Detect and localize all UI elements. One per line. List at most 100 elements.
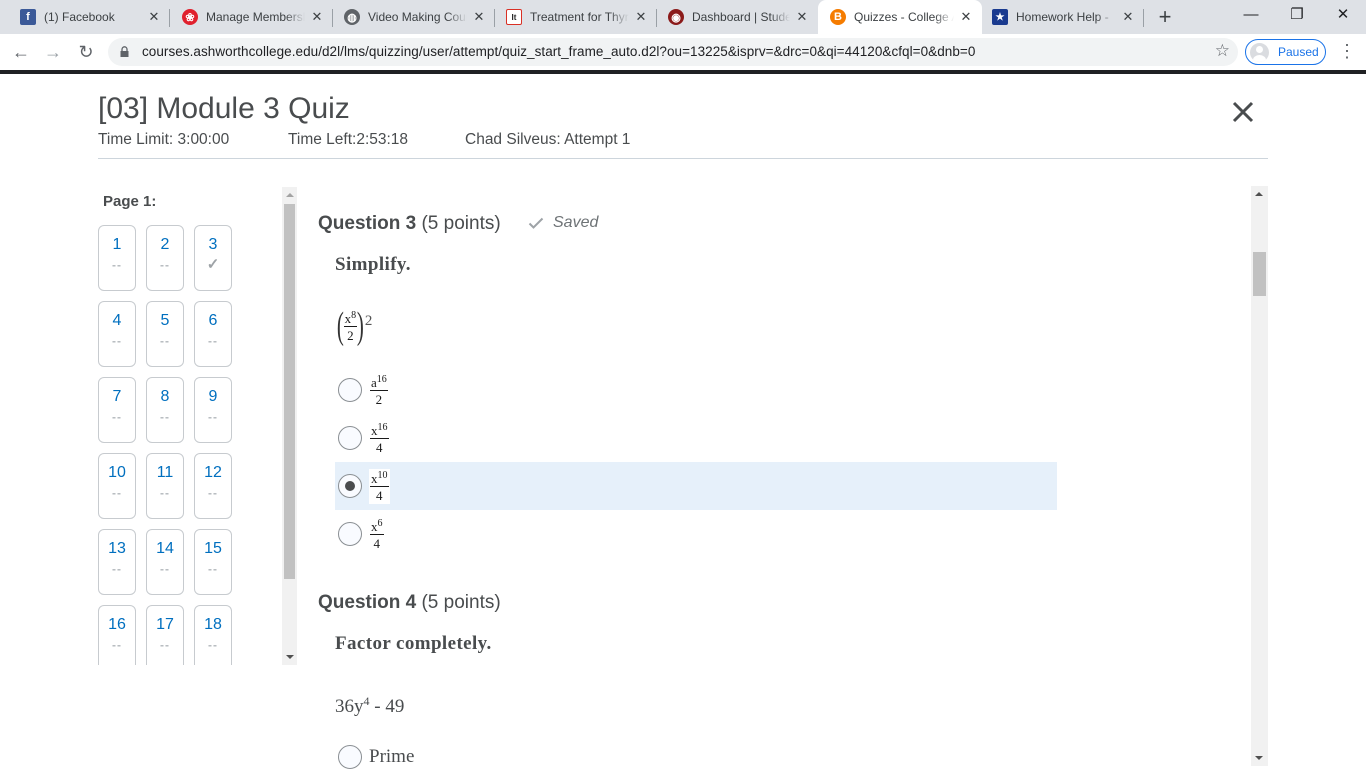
question-nav-button[interactable]: 11 -- bbox=[146, 453, 184, 519]
question-nav-button[interactable]: 10 -- bbox=[98, 453, 136, 519]
question-nav-button[interactable]: 8 -- bbox=[146, 377, 184, 443]
browser-tab[interactable]: f (1) Facebook ✕ bbox=[0, 0, 170, 34]
tab-separator bbox=[1143, 9, 1144, 27]
unanswered-status: -- bbox=[160, 258, 170, 272]
option-denominator: 4 bbox=[373, 535, 381, 551]
unanswered-status: -- bbox=[208, 410, 218, 424]
toolbar-divider bbox=[0, 70, 1366, 74]
answer-option[interactable]: x6 4 bbox=[335, 510, 1057, 558]
expr-rest: - 49 bbox=[369, 696, 405, 717]
close-tab-icon[interactable]: ✕ bbox=[309, 9, 325, 25]
facebook-icon: f bbox=[20, 9, 36, 25]
question-nav-button[interactable]: 7 -- bbox=[98, 377, 136, 443]
option-fraction: x16 4 bbox=[369, 420, 390, 456]
option-exponent: 16 bbox=[377, 421, 388, 433]
close-tab-icon[interactable]: ✕ bbox=[958, 9, 974, 25]
tab-title: Video Making Course bbox=[368, 10, 467, 24]
time-left: Time Left:2:53:18 bbox=[288, 131, 409, 148]
content-scrollbar[interactable] bbox=[1251, 186, 1268, 766]
answer-option[interactable]: x16 4 bbox=[335, 414, 1057, 462]
window-close-button[interactable]: ✕ bbox=[1320, 0, 1366, 30]
scroll-down-icon[interactable] bbox=[286, 655, 294, 659]
saved-label: Saved bbox=[553, 214, 599, 231]
scrollbar-thumb[interactable] bbox=[284, 204, 295, 579]
browser-tab[interactable]: ❀ Manage Membership ✕ bbox=[170, 0, 333, 34]
new-tab-button[interactable]: + bbox=[1152, 4, 1178, 30]
browser-tab[interactable]: ◍ Video Making Course ✕ bbox=[333, 0, 495, 34]
question-nav-button[interactable]: 12 -- bbox=[194, 453, 232, 519]
question-label: Question 3 bbox=[318, 213, 417, 234]
browser-tab[interactable]: It Treatment for Thyroid ✕ bbox=[495, 0, 657, 34]
bookmark-star-icon[interactable]: ☆ bbox=[1215, 41, 1230, 61]
profile-button[interactable]: Paused bbox=[1245, 39, 1326, 65]
question-navigator: 1 -- 2 -- 3 ✓ 4 -- 5 -- 6 -- 7 -- 8 -- 9 -- 10 -- 11 -- 12 -- 13… bbox=[98, 225, 238, 665]
address-bar[interactable]: courses.ashworthcollege.edu/d2l/lms/quiz… bbox=[108, 38, 1238, 66]
scroll-down-icon[interactable] bbox=[1255, 756, 1263, 760]
unanswered-status: -- bbox=[112, 410, 122, 424]
radio-button[interactable] bbox=[338, 745, 362, 769]
radio-button[interactable] bbox=[338, 522, 362, 546]
question-nav-button[interactable]: 16 -- bbox=[98, 605, 136, 665]
option-exponent: 16 bbox=[376, 373, 387, 385]
unanswered-status: -- bbox=[112, 486, 122, 500]
unanswered-status: -- bbox=[160, 410, 170, 424]
answer-option[interactable]: a16 2 bbox=[335, 366, 1057, 414]
tab-title: Manage Membership bbox=[206, 10, 305, 24]
question-nav-button[interactable]: 9 -- bbox=[194, 377, 232, 443]
scrollbar-thumb[interactable] bbox=[1253, 252, 1266, 296]
question-nav-button[interactable]: 2 -- bbox=[146, 225, 184, 291]
unanswered-status: -- bbox=[112, 334, 122, 348]
close-tab-icon[interactable]: ✕ bbox=[633, 9, 649, 25]
question-number: 17 bbox=[156, 616, 174, 633]
url-text[interactable]: courses.ashworthcollege.edu/d2l/lms/quiz… bbox=[142, 44, 975, 59]
question-nav-button[interactable]: 5 -- bbox=[146, 301, 184, 367]
rose-icon: ❀ bbox=[182, 9, 198, 25]
question-nav-button[interactable]: 1 -- bbox=[98, 225, 136, 291]
avatar-icon bbox=[1250, 42, 1269, 62]
browser-tab-active[interactable]: B Quizzes - College A ✕ bbox=[818, 0, 982, 34]
close-tab-icon[interactable]: ✕ bbox=[1120, 9, 1136, 25]
scroll-up-icon[interactable] bbox=[1255, 192, 1263, 196]
denominator: 2 bbox=[347, 327, 354, 343]
question-number: 12 bbox=[204, 464, 222, 481]
radio-button[interactable] bbox=[338, 378, 362, 402]
question-number: 9 bbox=[208, 388, 218, 405]
browser-tab[interactable]: ★ Homework Help - ✕ bbox=[982, 0, 1144, 34]
minimize-button[interactable]: — bbox=[1228, 0, 1274, 30]
expr-base: 36y bbox=[335, 696, 364, 717]
close-quiz-icon[interactable] bbox=[1230, 99, 1256, 125]
question-3-prompt: Simplify. bbox=[335, 254, 411, 275]
browser-tab[interactable]: ◉ Dashboard | Student ✕ bbox=[657, 0, 818, 34]
question-nav-button[interactable]: 15 -- bbox=[194, 529, 232, 595]
navigator-scrollbar[interactable] bbox=[282, 187, 297, 665]
close-tab-icon[interactable]: ✕ bbox=[471, 9, 487, 25]
question-nav-button[interactable]: 6 -- bbox=[194, 301, 232, 367]
restore-button[interactable]: ❐ bbox=[1274, 0, 1320, 30]
scroll-up-icon[interactable] bbox=[286, 193, 294, 197]
question-points: (5 points) bbox=[421, 592, 501, 613]
question-number: 16 bbox=[108, 616, 126, 633]
question-label: Question 4 bbox=[318, 592, 417, 613]
forward-arrow-icon[interactable]: → bbox=[41, 40, 65, 64]
back-arrow-icon[interactable]: ← bbox=[9, 40, 33, 64]
close-tab-icon[interactable]: ✕ bbox=[794, 9, 810, 25]
question-number: 5 bbox=[160, 312, 170, 329]
reload-icon[interactable]: ↻ bbox=[74, 40, 98, 64]
question-nav-button[interactable]: 3 ✓ bbox=[194, 225, 232, 291]
question-nav-button[interactable]: 17 -- bbox=[146, 605, 184, 665]
close-tab-icon[interactable]: ✕ bbox=[146, 9, 162, 25]
question-nav-button[interactable]: 18 -- bbox=[194, 605, 232, 665]
more-menu-icon[interactable]: ⋮ bbox=[1338, 42, 1356, 60]
radio-button[interactable] bbox=[338, 426, 362, 450]
radio-button[interactable] bbox=[338, 474, 362, 498]
answer-option[interactable]: x10 4 bbox=[335, 462, 1057, 510]
question-4-header: Question 4 (5 points) bbox=[318, 592, 501, 614]
question-nav-button[interactable]: 13 -- bbox=[98, 529, 136, 595]
unanswered-status: -- bbox=[160, 334, 170, 348]
question-3-header: Question 3 (5 points) bbox=[318, 213, 501, 235]
answer-option[interactable]: Prime bbox=[338, 745, 414, 769]
tab-title: Homework Help - bbox=[1016, 10, 1109, 24]
question-points: (5 points) bbox=[421, 213, 501, 234]
question-nav-button[interactable]: 4 -- bbox=[98, 301, 136, 367]
question-nav-button[interactable]: 14 -- bbox=[146, 529, 184, 595]
